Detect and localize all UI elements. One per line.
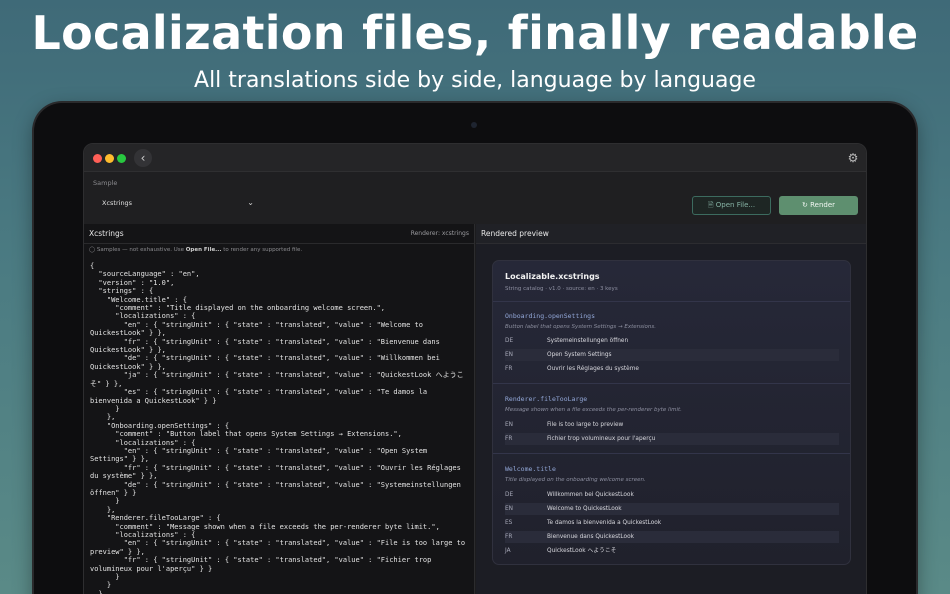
render-button[interactable]: ↻ Render: [779, 196, 858, 215]
row-value: Systemeinstellungen öffnen: [547, 338, 629, 344]
row-language: FR: [505, 534, 513, 540]
hero-subtitle: All translations side by side, language …: [194, 68, 756, 93]
document-icon: 🗎: [707, 201, 714, 209]
sample-label: Sample: [93, 179, 118, 187]
group-description: Title displayed on the onboarding welcom…: [505, 477, 646, 483]
translation-row: EN Open System Settings: [505, 349, 839, 361]
source-pane-title: Xcstrings: [89, 229, 124, 238]
translation-row: JA QuickestLook へようこそ: [505, 545, 839, 557]
refresh-icon: ↻: [801, 201, 808, 209]
row-value: Welcome to QuickestLook: [547, 506, 622, 512]
group-key: Renderer.fileTooLarge: [505, 395, 588, 403]
minimize-window-button[interactable]: [105, 154, 114, 163]
row-language: FR: [505, 366, 513, 372]
zoom-window-button[interactable]: [117, 154, 126, 163]
samples-hint: ◯ Samples — not exhaustive. Use Open Fil…: [89, 247, 302, 253]
row-language: EN: [505, 422, 513, 428]
hint-suffix: to render any supported file.: [223, 247, 303, 253]
card-divider: [493, 383, 850, 384]
row-value: Te damos la bienvenida a QuickestLook: [547, 520, 662, 526]
source-pane-header: Xcstrings Renderer: xcstrings: [84, 224, 474, 244]
group-description: Button label that opens System Settings …: [505, 324, 657, 330]
translation-row: DE Willkommen bei QuickestLook: [505, 489, 839, 501]
render-label: Render: [810, 201, 836, 209]
translation-row: EN File is too large to preview: [505, 419, 839, 431]
source-code-editor[interactable]: { "sourceLanguage" : "en", "version" : "…: [90, 262, 470, 594]
row-value: Ouvrir les Réglages du système: [547, 366, 639, 372]
card-divider: [493, 301, 850, 302]
toolbar: Sample Xcstrings ⌄ 🗎 Open File... ↻ Rend…: [84, 172, 866, 224]
preview-pane: Rendered preview Localizable.xcstrings S…: [476, 224, 866, 594]
hero-title: Localization files, finally readable: [31, 6, 919, 60]
back-button[interactable]: ‹: [134, 149, 152, 167]
translation-row: FR Ouvrir les Réglages du système: [505, 363, 839, 375]
renderer-label: Renderer: xcstrings: [410, 230, 469, 237]
translation-row: FR Fichier trop volumineux pour l'aperçu: [505, 433, 839, 445]
sample-select[interactable]: Xcstrings ⌄: [98, 193, 258, 213]
card-divider: [493, 453, 850, 454]
camera-dot: [471, 122, 477, 128]
gear-icon: ⚙: [847, 151, 859, 165]
row-language: DE: [505, 492, 514, 498]
row-language: FR: [505, 436, 513, 442]
row-value: QuickestLook へようこそ: [547, 548, 617, 554]
group-key: Onboarding.openSettings: [505, 312, 596, 320]
row-language: DE: [505, 338, 514, 344]
hint-prefix: Samples — not exhaustive. Use: [96, 247, 184, 253]
title-bar: ‹ ⚙: [84, 144, 866, 172]
row-value: Bienvenue dans QuickestLook: [547, 534, 634, 540]
source-pane: Xcstrings Renderer: xcstrings ◯ Samples …: [84, 224, 475, 594]
group-description: Message shown when a file exceeds the pe…: [505, 407, 682, 413]
lightbulb-icon: ◯: [89, 247, 96, 253]
catalog-meta: String catalog · v1.0 · source: en · 3 k…: [505, 286, 618, 292]
row-value: Fichier trop volumineux pour l'aperçu: [547, 436, 656, 442]
row-value: Willkommen bei QuickestLook: [547, 492, 634, 498]
chevron-down-icon: ⌄: [247, 198, 254, 207]
translation-row: EN Welcome to QuickestLook: [505, 503, 839, 515]
preview-pane-title: Rendered preview: [481, 229, 549, 238]
catalog-title: Localizable.xcstrings: [505, 272, 600, 281]
row-language: EN: [505, 352, 513, 358]
row-value: Open System Settings: [547, 352, 612, 358]
row-language: EN: [505, 506, 513, 512]
preview-pane-header: Rendered preview: [476, 224, 866, 244]
row-language: ES: [505, 520, 513, 526]
translation-row: FR Bienvenue dans QuickestLook: [505, 531, 839, 543]
row-value: File is too large to preview: [547, 422, 624, 428]
open-file-label: Open File...: [715, 201, 756, 209]
group-key: Welcome.title: [505, 465, 556, 473]
translation-row: DE Systemeinstellungen öffnen: [505, 335, 839, 347]
row-language: JA: [505, 548, 511, 554]
chevron-left-icon: ‹: [140, 151, 146, 165]
settings-button[interactable]: ⚙: [846, 151, 860, 165]
app-window: ‹ ⚙ Sample Xcstrings ⌄ 🗎 Open File... ↻ …: [83, 143, 867, 594]
translation-row: ES Te damos la bienvenida a QuickestLook: [505, 517, 839, 529]
close-window-button[interactable]: [93, 154, 102, 163]
hint-open-file: Open File...: [185, 247, 222, 253]
sample-select-value: Xcstrings: [102, 199, 133, 207]
catalog-card: Localizable.xcstrings String catalog · v…: [492, 260, 851, 565]
open-file-button[interactable]: 🗎 Open File...: [692, 196, 771, 215]
